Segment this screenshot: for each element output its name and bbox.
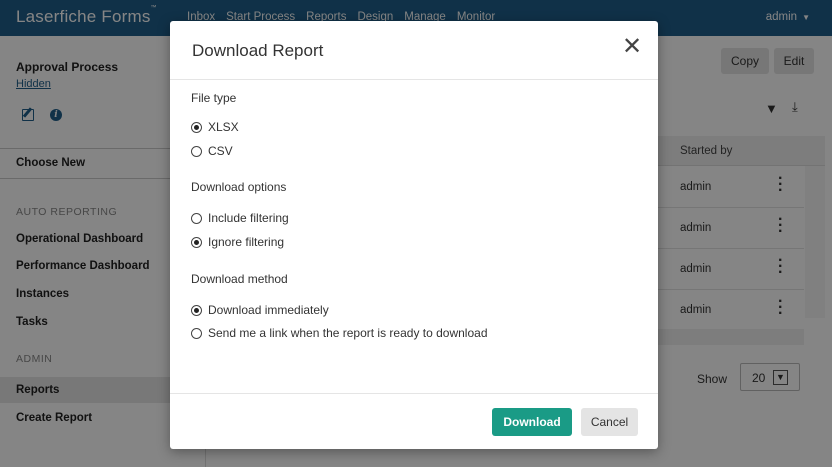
radio-label: CSV	[208, 144, 233, 158]
cancel-button[interactable]: Cancel	[581, 408, 638, 436]
radio-unselected-icon[interactable]	[191, 145, 202, 157]
radio-selected-icon[interactable]	[191, 121, 202, 133]
radio-send-link[interactable]: Send me a link when the report is ready …	[191, 326, 488, 340]
radio-label: XLSX	[208, 120, 239, 134]
radio-selected-icon[interactable]	[191, 236, 202, 248]
radio-download-immediately[interactable]: Download immediately	[191, 303, 329, 317]
download-button[interactable]: Download	[492, 408, 572, 436]
radio-ignore-filtering[interactable]: Ignore filtering	[191, 235, 284, 249]
dialog-header-divider	[170, 79, 658, 80]
download-options-label: Download options	[191, 180, 287, 194]
close-icon[interactable]: ✕	[622, 35, 642, 59]
download-report-dialog: Download Report ✕ File type XLSX CSV Dow…	[170, 21, 658, 449]
dialog-footer-divider	[170, 393, 658, 394]
download-method-label: Download method	[191, 272, 288, 286]
radio-selected-icon[interactable]	[191, 304, 202, 316]
radio-label: Send me a link when the report is ready …	[208, 326, 488, 340]
radio-label: Ignore filtering	[208, 235, 285, 249]
dialog-title: Download Report	[192, 41, 324, 60]
radio-label: Include filtering	[208, 211, 289, 225]
radio-xlsx[interactable]: XLSX	[191, 120, 239, 134]
radio-label: Download immediately	[208, 303, 329, 317]
file-type-label: File type	[191, 91, 237, 105]
radio-csv[interactable]: CSV	[191, 144, 233, 158]
radio-unselected-icon[interactable]	[191, 212, 202, 224]
radio-unselected-icon[interactable]	[191, 327, 202, 339]
radio-include-filtering[interactable]: Include filtering	[191, 211, 289, 225]
